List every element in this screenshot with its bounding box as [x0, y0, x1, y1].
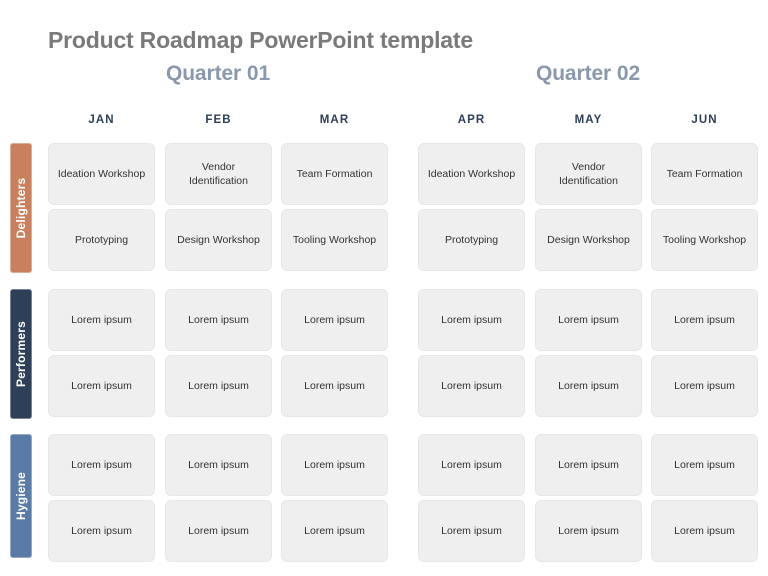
roadmap-card-label: Vendor Identification — [559, 161, 618, 187]
roadmap-card-label: Tooling Workshop — [292, 234, 377, 246]
roadmap-card-label: Lorem ipsum — [441, 314, 502, 326]
roadmap-card[interactable]: Vendor Identification — [535, 143, 642, 205]
roadmap-card-label: Tooling Workshop — [662, 234, 747, 246]
roadmap-card-label: Design Workshop — [547, 234, 630, 246]
roadmap-card[interactable]: Design Workshop — [165, 209, 272, 271]
roadmap-card-label: Lorem ipsum — [188, 459, 249, 471]
roadmap-card-label: Lorem ipsum — [304, 459, 365, 471]
roadmap-card-label: Prototyping — [74, 234, 129, 246]
month-label-feb: FEB — [205, 114, 232, 126]
roadmap-card[interactable]: Lorem ipsum — [535, 500, 642, 562]
roadmap-card-label: Lorem ipsum — [674, 459, 735, 471]
roadmap-card[interactable]: Lorem ipsum — [281, 289, 388, 351]
roadmap-card-label: Lorem ipsum — [441, 459, 502, 471]
month-label-jan: JAN — [88, 114, 115, 126]
month-label-mar: MAR — [319, 114, 350, 126]
roadmap-card[interactable]: Lorem ipsum — [165, 289, 272, 351]
roadmap-card-label: Team Formation — [296, 168, 373, 180]
roadmap-card[interactable]: Lorem ipsum — [535, 289, 642, 351]
roadmap-card[interactable]: Lorem ipsum — [48, 500, 155, 562]
roadmap-card[interactable]: Vendor Identification — [165, 143, 272, 205]
roadmap-card[interactable]: Tooling Workshop — [281, 209, 388, 271]
roadmap-card[interactable]: Lorem ipsum — [535, 434, 642, 496]
roadmap-card-label: Vendor Identification — [189, 161, 248, 187]
page-title: Product Roadmap PowerPoint template — [48, 27, 473, 53]
roadmap-card[interactable]: Ideation Workshop — [48, 143, 155, 205]
roadmap-card-label: Lorem ipsum — [674, 380, 735, 392]
roadmap-card-label: Lorem ipsum — [71, 525, 132, 537]
roadmap-card[interactable]: Lorem ipsum — [165, 500, 272, 562]
roadmap-card-label: Lorem ipsum — [304, 525, 365, 537]
roadmap-card-label: Lorem ipsum — [558, 525, 619, 537]
card-area-delighters: Ideation Workshop Vendor Identification Te… — [0, 143, 768, 273]
roadmap-card-label: Lorem ipsum — [558, 459, 619, 471]
quarter-heading-row: Quarter 01 Quarter 02 — [0, 62, 768, 94]
roadmap-card-label: Lorem ipsum — [441, 525, 502, 537]
row-group-hygiene: Hygiene Lorem ipsum Lorem ipsum Lorem ipsum… — [0, 434, 768, 562]
roadmap-card[interactable]: Lorem ipsum — [418, 434, 525, 496]
roadmap-card[interactable]: Team Formation — [651, 143, 758, 205]
roadmap-card[interactable]: Prototyping — [418, 209, 525, 271]
roadmap-card[interactable]: Lorem ipsum — [48, 434, 155, 496]
roadmap-card[interactable]: Lorem ipsum — [48, 289, 155, 351]
roadmap-card-label: Lorem ipsum — [188, 525, 249, 537]
month-label-apr: APR — [457, 114, 486, 126]
roadmap-card-label: Team Formation — [666, 168, 743, 180]
card-area-performers: Lorem ipsum Lorem ipsum Lorem ipsum Lorem i… — [0, 289, 768, 419]
roadmap-card-label: Lorem ipsum — [304, 314, 365, 326]
roadmap-card-label: Lorem ipsum — [188, 314, 249, 326]
month-label-jun: JUN — [691, 114, 718, 126]
roadmap-card-label: Lorem ipsum — [188, 380, 249, 392]
quarter-heading-q1: Quarter 01 — [165, 62, 271, 85]
roadmap-card[interactable]: Lorem ipsum — [651, 500, 758, 562]
roadmap-card[interactable]: Lorem ipsum — [281, 434, 388, 496]
roadmap-card-label: Ideation Workshop — [57, 168, 146, 180]
quarter-heading-q2: Quarter 02 — [535, 62, 641, 85]
roadmap-card[interactable]: Lorem ipsum — [651, 434, 758, 496]
month-label-may: MAY — [574, 114, 603, 126]
roadmap-card-label: Lorem ipsum — [304, 380, 365, 392]
roadmap-card-label: Lorem ipsum — [558, 314, 619, 326]
roadmap-card-label: Ideation Workshop — [427, 168, 516, 180]
roadmap-card-label: Lorem ipsum — [674, 525, 735, 537]
roadmap-card[interactable]: Tooling Workshop — [651, 209, 758, 271]
roadmap-card[interactable]: Lorem ipsum — [418, 500, 525, 562]
month-header-row: JAN FEB MAR APR MAY JUN — [0, 114, 768, 132]
roadmap-card[interactable]: Prototyping — [48, 209, 155, 271]
roadmap-card-label: Design Workshop — [177, 234, 260, 246]
roadmap-card[interactable]: Lorem ipsum — [281, 500, 388, 562]
roadmap-card[interactable]: Ideation Workshop — [418, 143, 525, 205]
roadmap-card[interactable]: Lorem ipsum — [535, 355, 642, 417]
card-area-hygiene: Lorem ipsum Lorem ipsum Lorem ipsum Lorem i… — [0, 434, 768, 562]
roadmap-card[interactable]: Lorem ipsum — [165, 355, 272, 417]
roadmap-card[interactable]: Lorem ipsum — [165, 434, 272, 496]
roadmap-card-label: Lorem ipsum — [71, 459, 132, 471]
roadmap-card[interactable]: Lorem ipsum — [418, 355, 525, 417]
roadmap-card-label: Lorem ipsum — [71, 380, 132, 392]
roadmap-card-label: Lorem ipsum — [71, 314, 132, 326]
roadmap-card[interactable]: Design Workshop — [535, 209, 642, 271]
roadmap-card[interactable]: Lorem ipsum — [651, 289, 758, 351]
roadmap-card[interactable]: Lorem ipsum — [48, 355, 155, 417]
roadmap-card-label: Prototyping — [444, 234, 499, 246]
roadmap-card[interactable]: Lorem ipsum — [651, 355, 758, 417]
roadmap-card-label: Lorem ipsum — [558, 380, 619, 392]
roadmap-card-label: Lorem ipsum — [441, 380, 502, 392]
roadmap-card[interactable]: Lorem ipsum — [281, 355, 388, 417]
roadmap-card[interactable]: Lorem ipsum — [418, 289, 525, 351]
roadmap-card[interactable]: Team Formation — [281, 143, 388, 205]
row-group-delighters: Delighters Ideation Workshop Vendor Identi… — [0, 143, 768, 273]
roadmap-card-label: Lorem ipsum — [674, 314, 735, 326]
row-group-performers: Performers Lorem ipsum Lorem ipsum Lorem ip… — [0, 289, 768, 419]
